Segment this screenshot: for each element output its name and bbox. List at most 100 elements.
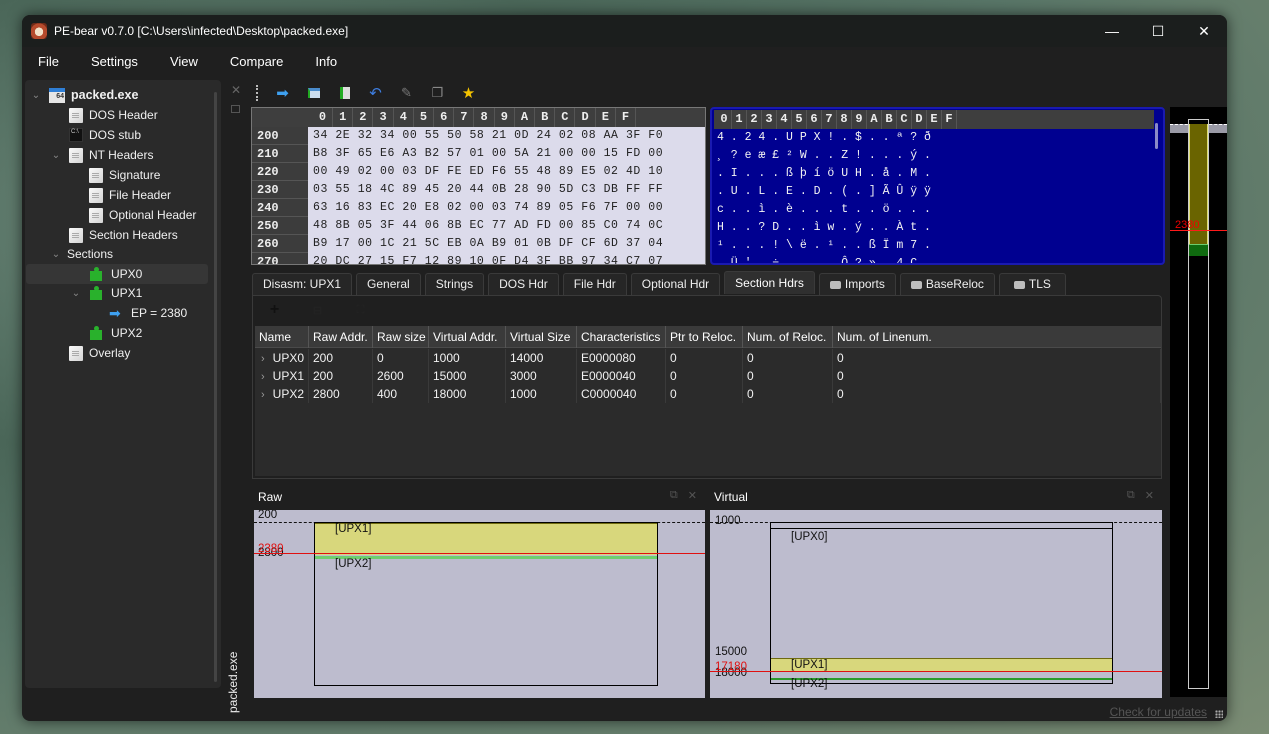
chevron-right-icon[interactable]: › xyxy=(261,389,265,401)
column-header-name[interactable]: Name xyxy=(255,326,309,348)
tree-item-sections[interactable]: ⌄ Sections xyxy=(51,244,113,264)
table-row[interactable]: › UPX1 200 2600 15000 3000 E0000040 0 0 0 xyxy=(255,367,1161,385)
column-header-ptr-reloc[interactable]: Ptr to Reloc. xyxy=(666,326,743,348)
tab-file-hdr[interactable]: File Hdr xyxy=(562,273,627,295)
raw-map-canvas[interactable]: 200 [UPX1] [UPX2] 2800 2380 xyxy=(254,510,705,698)
menu-settings[interactable]: Settings xyxy=(79,47,150,77)
column-header-virtual-size[interactable]: Virtual Size xyxy=(506,326,577,348)
pin-icon[interactable]: ✎ xyxy=(391,82,422,104)
tab-tls[interactable]: TLS xyxy=(998,273,1066,295)
close-icon[interactable]: ✕ xyxy=(231,83,241,97)
close-button[interactable]: ✕ xyxy=(1181,15,1227,47)
menu-compare[interactable]: Compare xyxy=(218,47,295,77)
tree-item-overlay[interactable]: Overlay xyxy=(69,343,130,363)
column-header-raw-addr[interactable]: Raw Addr. xyxy=(309,326,373,348)
minimize-button[interactable]: — xyxy=(1089,15,1135,47)
column-header-num-linenum[interactable]: Num. of Linenum. xyxy=(833,326,1161,348)
virtual-map-canvas[interactable]: 1000 [UPX0] [UPX1] [UPX2] 15000 18000 17… xyxy=(710,510,1162,698)
column-header-virtual-addr[interactable]: Virtual Addr. xyxy=(429,326,506,348)
check-updates-link[interactable]: Check for updates xyxy=(1110,705,1207,719)
tree-item-upx2[interactable]: UPX2 xyxy=(89,323,142,343)
tab-optional-hdr[interactable]: Optional Hdr xyxy=(630,273,721,295)
undo-icon[interactable]: ↶ xyxy=(360,82,391,104)
tree-item-signature[interactable]: Signature xyxy=(89,165,160,185)
float-icon[interactable] xyxy=(231,105,240,113)
tab-section-hdrs[interactable]: Section Hdrs xyxy=(724,271,815,294)
dump-section-icon[interactable]: ⊟ xyxy=(296,304,339,317)
tree-item-section-headers[interactable]: Section Headers xyxy=(69,225,178,245)
export-icon[interactable] xyxy=(329,82,360,104)
favorite-star-icon[interactable]: ★ xyxy=(453,82,484,104)
menu-file[interactable]: File xyxy=(22,47,71,77)
file-overview-bar[interactable]: 2380 xyxy=(1170,107,1227,697)
tree-label: Section Headers xyxy=(89,228,178,242)
table-cell: C0000040 xyxy=(577,385,666,403)
add-section-icon[interactable]: + xyxy=(253,301,296,319)
hex-row-bytes[interactable]: B8 3F 65 E6 A3 B2 57 01 00 5A 21 00 00 1… xyxy=(313,145,663,163)
chevron-down-icon[interactable]: ⌄ xyxy=(51,249,61,260)
menu-info[interactable]: Info xyxy=(303,47,349,77)
close-icon[interactable]: ✕ xyxy=(688,489,697,502)
tree-item-nt-headers[interactable]: ⌄ NT Headers xyxy=(51,145,153,165)
tree-item-root[interactable]: ⌄ 64 packed.exe xyxy=(31,85,138,105)
close-icon[interactable]: ✕ xyxy=(1145,489,1154,502)
tab-disasm[interactable]: Disasm: UPX1 xyxy=(252,273,353,295)
goto-arrow-icon[interactable]: ➡ xyxy=(267,82,298,104)
copy-icon[interactable]: ❐ xyxy=(422,82,453,104)
hex-row-bytes[interactable]: 63 16 83 EC 20 E8 02 00 03 74 89 05 F6 7… xyxy=(313,199,663,217)
tree-item-dos-stub[interactable]: C:\ DOS stub xyxy=(69,125,141,145)
hex-row-bytes[interactable]: 03 55 18 4C 89 45 20 44 0B 28 90 5D C3 D… xyxy=(313,181,663,199)
tree-label: EP = 2380 xyxy=(131,306,188,320)
hex-row-bytes[interactable]: B9 17 00 1C 21 5C EB 0A B9 01 0B DF CF 6… xyxy=(313,235,663,253)
tree-item-dos-header[interactable]: DOS Header xyxy=(69,105,158,125)
hex-row-bytes[interactable]: 20 DC 27 15 F7 12 89 10 0F D4 3F BB 97 3… xyxy=(313,253,663,264)
ascii-view[interactable]: 0123456789ABCDEF 4 . 2 4 . U P X ! . $ .… xyxy=(710,107,1165,265)
tab-imports[interactable]: Imports xyxy=(818,273,896,295)
tree-item-upx1[interactable]: ⌄ UPX1 xyxy=(71,283,142,303)
ascii-row[interactable]: ¸ ? e æ £ ² W . . Z ! . . . ý . xyxy=(717,147,931,165)
fit-sections-icon[interactable]: ⛶ xyxy=(339,304,382,317)
tab-dos-hdr[interactable]: DOS Hdr xyxy=(488,273,559,295)
table-row[interactable]: › UPX2 2800 400 18000 1000 C0000040 0 0 0 xyxy=(255,385,1161,403)
toolbar-grip[interactable] xyxy=(256,85,259,101)
chevron-right-icon[interactable]: › xyxy=(261,353,265,365)
tab-basereloc[interactable]: BaseReloc xyxy=(899,273,995,295)
tree-item-entry-point[interactable]: ➡ EP = 2380 xyxy=(109,303,187,323)
chevron-down-icon[interactable]: ⌄ xyxy=(51,150,61,161)
chevron-down-icon[interactable]: ⌄ xyxy=(31,90,41,101)
float-icon[interactable]: ⧉ xyxy=(670,489,678,502)
tree-item-file-header[interactable]: File Header xyxy=(89,185,171,205)
ascii-row[interactable]: c . . ì . è . . . t . . ö . . . xyxy=(717,201,931,219)
column-header-raw-size[interactable]: Raw size xyxy=(373,326,429,348)
hex-view[interactable]: 0123456789ABCDEF 200 34 2E 32 34 00 55 50… xyxy=(251,107,706,265)
tree-item-optional-header[interactable]: Optional Header xyxy=(89,205,196,225)
maximize-button[interactable]: ☐ xyxy=(1135,15,1181,47)
ascii-row[interactable]: ¹ . . . ! \ ë . ¹ . . ß Ï m 7 . xyxy=(717,237,931,255)
chevron-down-icon[interactable]: ⌄ xyxy=(71,288,81,299)
resize-grip[interactable] xyxy=(1215,710,1223,718)
hex-row-bytes[interactable]: 48 8B 05 3F 44 06 8B EC 77 AD FD 00 85 C… xyxy=(313,217,663,235)
table-row[interactable]: › UPX0 200 0 1000 14000 E0000080 0 0 0 xyxy=(255,349,1161,367)
tab-strings[interactable]: Strings xyxy=(424,273,485,295)
hex-row-bytes[interactable]: 00 49 02 00 03 DF FE ED F6 55 48 89 E5 0… xyxy=(313,163,663,181)
tree-scrollbar[interactable] xyxy=(214,92,217,682)
ascii-scrollbar[interactable] xyxy=(1155,123,1158,149)
menu-view[interactable]: View xyxy=(158,47,210,77)
ascii-row[interactable]: H . . ? D . . ì w . ý . . À t . xyxy=(717,219,931,237)
ascii-row[interactable]: . I . . . ß þ í ö U H . å . M . xyxy=(717,165,931,183)
folder-icon xyxy=(910,280,922,289)
tab-general[interactable]: General xyxy=(356,273,421,295)
section-headers-panel: + ⊟ ⛶ Name Raw Addr. Raw size Virtual Ad… xyxy=(252,295,1162,479)
chevron-right-icon[interactable]: › xyxy=(261,371,265,383)
float-icon[interactable]: ⧉ xyxy=(1127,489,1135,502)
table-cell: 0 xyxy=(743,385,833,403)
hex-row-bytes[interactable]: 34 2E 32 34 00 55 50 58 21 0D 24 02 08 A… xyxy=(313,127,663,145)
tree-label: UPX1 xyxy=(111,286,143,300)
ascii-row[interactable]: 4 . 2 4 . U P X ! . $ . . ª ? ð xyxy=(717,129,931,147)
ascii-row[interactable]: . Ü ' . ÷ . . . . Ô ? » . 4 Ç . xyxy=(717,255,931,263)
column-header-num-reloc[interactable]: Num. of Reloc. xyxy=(743,326,833,348)
tree-item-upx0[interactable]: UPX0 xyxy=(26,264,208,284)
column-header-characteristics[interactable]: Characteristics xyxy=(577,326,666,348)
add-window-icon[interactable] xyxy=(298,82,329,104)
ascii-row[interactable]: . U . L . E . D . ( . ] Ã Û ÿ ÿ xyxy=(717,183,931,201)
